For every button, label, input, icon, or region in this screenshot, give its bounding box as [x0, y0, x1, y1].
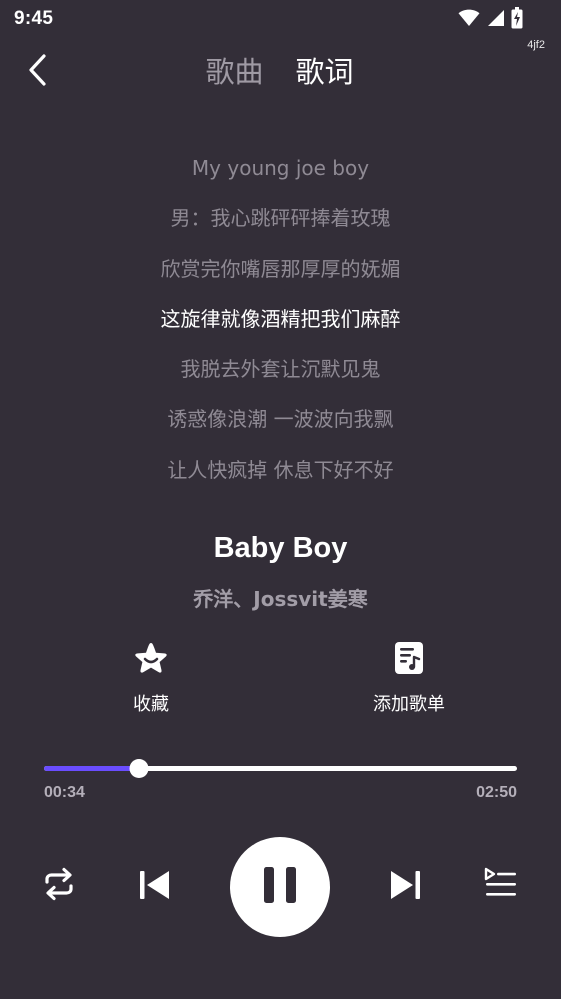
star-icon: [133, 640, 169, 680]
queue-button[interactable]: [481, 866, 521, 906]
tab-lyrics[interactable]: 歌词: [296, 52, 354, 92]
add-to-playlist-button[interactable]: 添加歌单: [339, 640, 479, 716]
tab-song[interactable]: 歌曲: [205, 52, 263, 92]
repeat-button[interactable]: [38, 866, 80, 906]
lyric-line: My young joe boy: [191, 156, 370, 180]
skip-next-icon: [388, 868, 424, 906]
lyric-line: 诱惑像浪潮 一波波向我飘: [167, 407, 394, 432]
favorite-label: 收藏: [133, 694, 169, 715]
progress-thumb[interactable]: [129, 759, 149, 778]
status-bar: 9:45: [0, 0, 561, 38]
header: 歌曲 歌词: [0, 42, 561, 102]
next-button[interactable]: [386, 868, 426, 906]
song-title: Baby Boy: [213, 532, 348, 564]
lyric-line: 我脱去外套让沉默见鬼: [180, 357, 381, 382]
elapsed-time: 00:34: [44, 784, 85, 801]
repeat-icon: [39, 866, 79, 906]
play-pause-button[interactable]: [230, 837, 330, 937]
tab-bar: 歌曲 歌词: [0, 52, 561, 92]
favorite-button[interactable]: 收藏: [81, 640, 221, 716]
playlist-queue-icon: [483, 866, 519, 906]
lyric-line: 让人快疯掉 休息下好不好: [167, 457, 394, 482]
signal-icon: [486, 9, 505, 31]
total-time: 02:50: [476, 784, 517, 801]
battery-charging-icon: [511, 7, 523, 33]
lyric-line: 男：我心跳砰砰捧着玫瑰: [170, 206, 391, 231]
music-note-list-icon: [393, 640, 425, 680]
status-icons: [458, 7, 523, 33]
progress-bar[interactable]: [44, 758, 517, 778]
status-time: 9:45: [14, 8, 54, 29]
song-artist: 乔洋、Jossvit姜寒: [193, 587, 368, 611]
progress-fill: [44, 766, 139, 771]
add-to-playlist-label: 添加歌单: [373, 694, 445, 715]
wifi-icon: [458, 9, 480, 31]
skip-previous-icon: [136, 868, 172, 906]
lyric-line-current: 这旋律就像酒精把我们麻醉: [160, 306, 401, 331]
lyrics-panel[interactable]: My young joe boy 男：我心跳砰砰捧着玫瑰 欣赏完你嘴唇那厚厚的妩…: [0, 150, 561, 502]
lyric-line: 欣赏完你嘴唇那厚厚的妩媚: [160, 256, 401, 281]
pause-icon: [260, 865, 300, 909]
previous-button[interactable]: [134, 868, 174, 906]
